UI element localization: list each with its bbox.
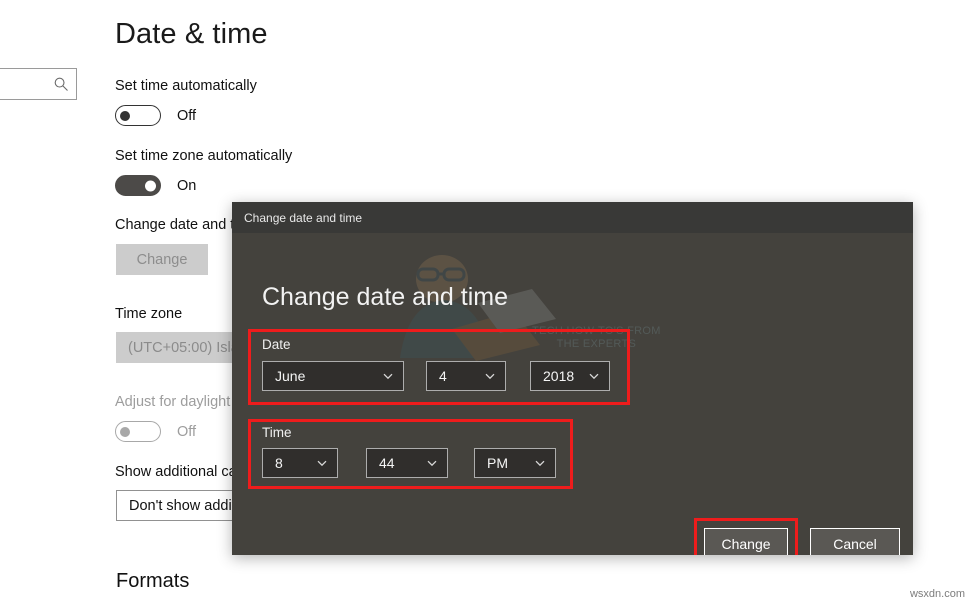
chevron-down-icon	[485, 373, 495, 380]
meridiem-value: PM	[487, 455, 508, 471]
chevron-down-icon	[427, 460, 437, 467]
dialog-cancel-button[interactable]: Cancel	[810, 528, 900, 555]
formats-heading: Formats	[116, 570, 190, 592]
set-timezone-automatically-state: On	[177, 177, 197, 194]
daylight-saving-state: Off	[177, 423, 197, 440]
toggle-knob	[145, 180, 156, 191]
meridiem-select[interactable]: PM	[474, 448, 556, 478]
hour-select[interactable]: 8	[262, 448, 338, 478]
toggle-switch-off[interactable]	[115, 421, 161, 442]
year-value: 2018	[543, 368, 575, 384]
search-icon	[54, 77, 68, 91]
site-watermark: wsxdn.com	[909, 588, 965, 600]
dialog-change-button[interactable]: Change	[704, 528, 788, 555]
toggle-switch-on[interactable]	[115, 175, 161, 196]
search-input[interactable]	[0, 68, 77, 100]
year-select[interactable]: 2018	[530, 361, 610, 391]
page-title: Date & time	[115, 18, 268, 50]
set-time-automatically-toggle[interactable]: Off	[115, 105, 196, 126]
date-group-label: Date	[262, 337, 291, 352]
watermark-text: TECH HOW-TO'S FROM THE EXPERTS	[532, 325, 661, 350]
month-value: June	[275, 368, 306, 384]
set-time-automatically-state: Off	[177, 107, 197, 124]
toggle-knob	[120, 110, 130, 121]
dialog-titlebar[interactable]: Change date and time	[232, 202, 913, 233]
time-zone-label: Time zone	[115, 306, 183, 322]
chevron-down-icon	[589, 373, 599, 380]
dialog-body: TECH HOW-TO'S FROM THE EXPERTS Change da…	[232, 233, 913, 555]
set-timezone-automatically-toggle[interactable]: On	[115, 175, 196, 196]
dialog-heading: Change date and time	[262, 283, 509, 311]
minute-value: 44	[379, 455, 395, 471]
hour-value: 8	[275, 455, 283, 471]
toggle-knob	[120, 426, 130, 437]
change-date-time-dialog: Change date and time TECH HOW-TO'S FROM …	[232, 202, 913, 555]
minute-select[interactable]: 44	[366, 448, 448, 478]
day-value: 4	[439, 368, 447, 384]
chevron-down-icon	[317, 460, 327, 467]
set-timezone-automatically-label: Set time zone automatically	[115, 148, 293, 164]
time-group-label: Time	[262, 425, 292, 440]
chevron-down-icon	[383, 373, 393, 380]
daylight-saving-toggle[interactable]: Off	[115, 421, 196, 442]
toggle-switch-off[interactable]	[115, 105, 161, 126]
month-select[interactable]: June	[262, 361, 404, 391]
chevron-down-icon	[535, 460, 545, 467]
dialog-titlebar-text: Change date and time	[244, 210, 363, 225]
set-time-automatically-label: Set time automatically	[115, 78, 257, 94]
day-select[interactable]: 4	[426, 361, 506, 391]
change-date-time-button[interactable]: Change	[116, 244, 208, 275]
